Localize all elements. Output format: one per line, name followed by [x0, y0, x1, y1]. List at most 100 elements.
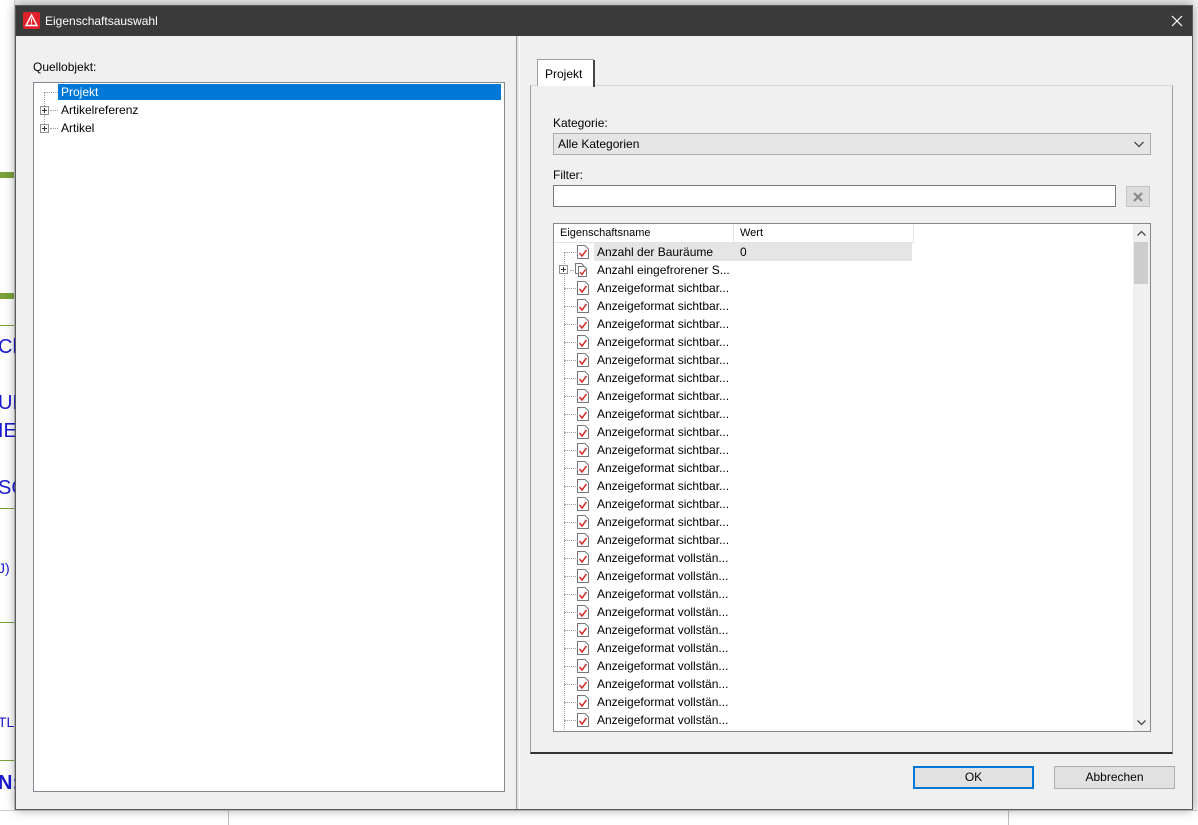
property-name: Anzeigeformat sichtbar...	[597, 317, 730, 331]
property-row[interactable]: Anzeigeformat sichtbar...	[554, 423, 1134, 441]
property-row[interactable]: Anzeigeformat vollstän...	[554, 675, 1134, 693]
property-name: Anzeigeformat vollstän...	[597, 695, 729, 709]
property-row[interactable]: Anzeigeformat sichtbar...	[554, 333, 1134, 351]
property-name: Anzeigeformat vollstän...	[597, 659, 729, 673]
property-row[interactable]: Anzeigeformat sichtbar...	[554, 387, 1134, 405]
property-row[interactable]: Anzeigeformat sichtbar...	[554, 513, 1134, 531]
property-icon	[577, 461, 589, 475]
tab-label: Projekt	[545, 67, 583, 81]
property-name: Anzeigeformat vollstän...	[597, 623, 729, 637]
property-value	[734, 423, 912, 441]
property-icon	[577, 569, 589, 583]
property-row[interactable]: Anzahl der Bauräume 0	[554, 243, 1134, 261]
property-row[interactable]: Anzeigeformat sichtbar...	[554, 531, 1134, 549]
column-header-value[interactable]: Wert	[734, 224, 914, 243]
warning-icon	[23, 12, 40, 29]
property-name: Anzeigeformat vollstän...	[597, 641, 729, 655]
property-row[interactable]: Anzeigeformat vollstän...	[554, 621, 1134, 639]
property-row[interactable]: Anzeigeformat vollstän...	[554, 711, 1134, 729]
property-row[interactable]: Anzeigeformat vollstän...	[554, 567, 1134, 585]
property-value	[734, 477, 912, 495]
dialog-title: Eigenschaftsauswahl	[45, 14, 158, 28]
category-value: Alle Kategorien	[558, 137, 640, 151]
property-row[interactable]: Anzeigeformat vollstän...	[554, 549, 1134, 567]
property-value	[734, 639, 912, 657]
tree-item-projekt[interactable]: Projekt	[34, 83, 504, 101]
property-row[interactable]: Anzahl eingefrorener S...	[554, 261, 1134, 279]
source-object-tree[interactable]: Projekt Artikelreferenz Artikel	[33, 82, 505, 792]
title-bar[interactable]: Eigenschaftsauswahl	[16, 6, 1192, 36]
property-row[interactable]: Anzeigeformat sichtbar...	[554, 459, 1134, 477]
property-row[interactable]: Anzeigeformat sichtbar...	[554, 441, 1134, 459]
scroll-up-button[interactable]	[1133, 224, 1150, 241]
property-icon	[577, 443, 589, 457]
property-row[interactable]: Anzeigeformat sichtbar...	[554, 477, 1134, 495]
property-name: Anzeigeformat sichtbar...	[597, 353, 730, 367]
property-name: Anzeigeformat sichtbar...	[597, 299, 730, 313]
ok-button[interactable]: OK	[913, 766, 1034, 789]
property-value	[734, 621, 912, 639]
background-marker	[0, 172, 14, 178]
property-row[interactable]: Anzeigeformat vollstän...	[554, 603, 1134, 621]
background-bottom-edge	[0, 810, 1198, 825]
close-button[interactable]	[1162, 6, 1192, 36]
property-name: Anzeigeformat sichtbar...	[597, 533, 730, 547]
property-row[interactable]: Anzeigeformat sichtbar...	[554, 369, 1134, 387]
property-icon	[575, 263, 587, 277]
property-icon	[577, 299, 589, 313]
property-row[interactable]: Anzeigeformat sichtbar...	[554, 405, 1134, 423]
background-divider	[0, 508, 14, 509]
property-icon	[577, 425, 589, 439]
tree-item-label: Artikel	[61, 121, 95, 135]
property-row[interactable]: Anzeigeformat vollstän...	[554, 639, 1134, 657]
property-row[interactable]: Anzeigeformat sichtbar...	[554, 351, 1134, 369]
property-row[interactable]: Anzeigeformat vollstän...	[554, 657, 1134, 675]
column-header-name[interactable]: Eigenschaftsname	[554, 224, 734, 243]
tree-item-artikel[interactable]: Artikel	[34, 119, 504, 137]
property-name: Anzeigeformat vollstän...	[597, 713, 729, 727]
property-row[interactable]: Anzeigeformat vollstän...	[554, 585, 1134, 603]
property-name: Anzeigeformat vollstän...	[597, 587, 729, 601]
property-value	[734, 711, 912, 729]
tree-item-artikelreferenz[interactable]: Artikelreferenz	[34, 101, 504, 119]
property-icon	[577, 659, 589, 673]
tab-projekt[interactable]: Projekt	[537, 59, 595, 87]
property-row[interactable]: Anzeigeformat sichtbar...	[554, 279, 1134, 297]
scroll-thumb[interactable]	[1134, 242, 1148, 284]
property-icon	[577, 371, 589, 385]
expand-icon[interactable]	[559, 265, 568, 274]
property-icon	[577, 605, 589, 619]
property-name: Anzeigeformat vollstän...	[597, 551, 729, 565]
property-value	[734, 279, 912, 297]
property-icon	[577, 245, 589, 259]
background-right-edge	[1193, 0, 1198, 825]
category-select[interactable]: Alle Kategorien	[553, 133, 1151, 155]
expand-icon[interactable]	[40, 106, 49, 115]
property-name: Anzeigeformat sichtbar...	[597, 461, 730, 475]
grid-header: Eigenschaftsname Wert	[554, 224, 914, 243]
property-name: Anzeigeformat sichtbar...	[597, 335, 730, 349]
property-icon	[577, 389, 589, 403]
property-row[interactable]: Anzeigeformat sichtbar...	[554, 297, 1134, 315]
close-icon	[1171, 15, 1183, 27]
cancel-button[interactable]: Abbrechen	[1054, 766, 1175, 789]
property-value	[734, 351, 912, 369]
property-value	[734, 567, 912, 585]
expand-icon[interactable]	[40, 124, 49, 133]
property-row[interactable]: Anzeigeformat sichtbar...	[554, 315, 1134, 333]
filter-input[interactable]	[553, 185, 1116, 207]
property-value	[734, 333, 912, 351]
property-row[interactable]: Anzeigeformat vollstän...	[554, 693, 1134, 711]
tree-item-label: Artikelreferenz	[61, 103, 139, 117]
grid-scrollbar[interactable]	[1133, 224, 1150, 731]
scroll-down-button[interactable]	[1133, 714, 1150, 731]
property-grid[interactable]: Eigenschaftsname Wert Anzahl der Bauräum…	[553, 223, 1151, 732]
property-icon	[577, 641, 589, 655]
property-icon	[577, 497, 589, 511]
property-icon	[577, 587, 589, 601]
property-icon	[577, 677, 589, 691]
clear-filter-button[interactable]	[1126, 186, 1150, 207]
background-divider	[0, 325, 14, 326]
background-divider	[0, 622, 14, 623]
property-row[interactable]: Anzeigeformat sichtbar...	[554, 495, 1134, 513]
